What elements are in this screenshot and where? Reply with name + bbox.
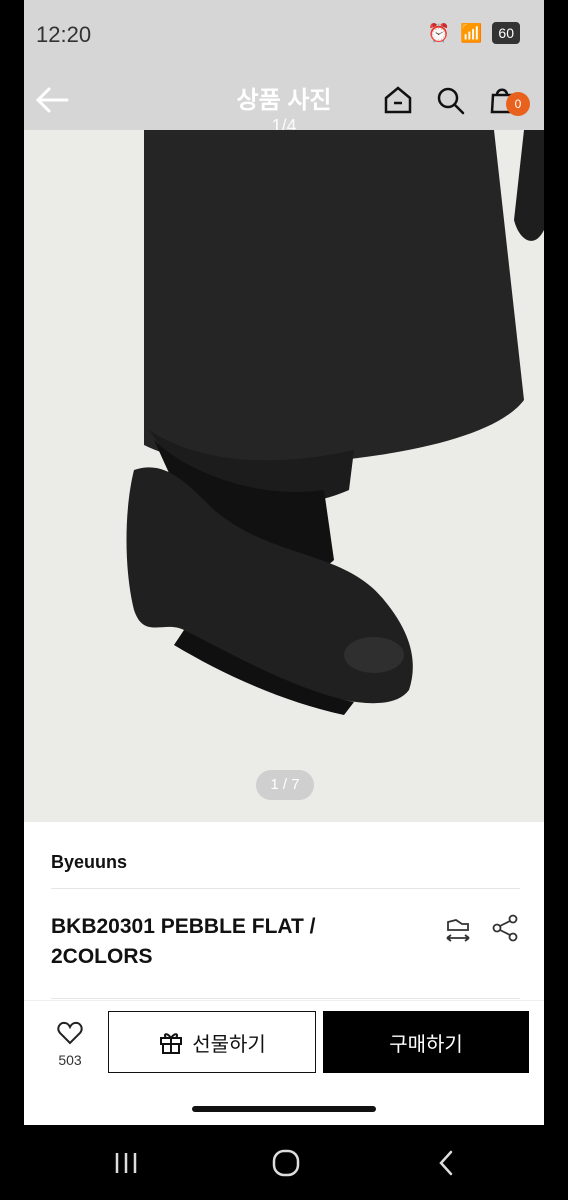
- bottom-action-bar: 503 선물하기 구매하기: [24, 1000, 544, 1091]
- back-nav-button[interactable]: [426, 1143, 466, 1183]
- wifi-icon: 📶: [460, 22, 483, 43]
- status-icons: ⏰ 📶 60: [428, 22, 520, 44]
- gift-button[interactable]: 선물하기: [108, 1011, 316, 1073]
- like-count: 503: [58, 1052, 82, 1068]
- buy-button[interactable]: 구매하기: [323, 1011, 529, 1073]
- brand-name[interactable]: Byeuuns: [51, 852, 127, 873]
- buy-label: 구매하기: [389, 1033, 463, 1056]
- share-button[interactable]: [489, 912, 521, 944]
- battery-indicator: 60: [492, 22, 520, 44]
- like-button[interactable]: 503: [44, 1021, 96, 1071]
- search-button[interactable]: [432, 82, 468, 118]
- product-title: BKB20301 PEBBLE FLAT / 2COLORS: [51, 915, 316, 968]
- home-circle-icon: [272, 1149, 300, 1177]
- divider: [51, 888, 520, 889]
- gift-label: 선물하기: [192, 1033, 266, 1056]
- home-nav-button[interactable]: [266, 1143, 306, 1183]
- cart-count-badge: 0: [506, 92, 530, 116]
- back-chevron-icon: [439, 1150, 453, 1176]
- recent-apps-button[interactable]: [106, 1143, 146, 1183]
- share-icon: [492, 914, 518, 942]
- recent-apps-icon: [115, 1153, 137, 1173]
- top-header: 상품 사진 1/4: [24, 70, 544, 136]
- status-time: 12:20: [36, 22, 92, 47]
- product-info: Byeuuns BKB20301 PEBBLE FLAT / 2COLORS: [24, 822, 544, 1002]
- image-counter: 1 / 7: [256, 770, 314, 800]
- system-nav-bar: [0, 1125, 568, 1200]
- home-button[interactable]: [380, 82, 416, 118]
- app-screen: 12:20 ⏰ 📶 60 상품 사진 1/4 0 1 / 7 Byeuuns B…: [24, 0, 544, 1125]
- home-icon: [384, 86, 412, 114]
- alarm-icon: ⏰: [427, 22, 450, 43]
- size-compare-button[interactable]: [442, 914, 474, 946]
- status-bar: 12:20 ⏰ 📶 60: [24, 0, 544, 70]
- gesture-home-indicator[interactable]: [192, 1106, 376, 1112]
- compare-size-icon: [446, 919, 470, 942]
- shoe-photo: [24, 130, 544, 822]
- gift-icon: [160, 1033, 183, 1054]
- heart-icon: [57, 1021, 83, 1045]
- search-icon: [437, 87, 465, 115]
- divider: [51, 998, 520, 999]
- product-image[interactable]: 1 / 7: [24, 130, 544, 822]
